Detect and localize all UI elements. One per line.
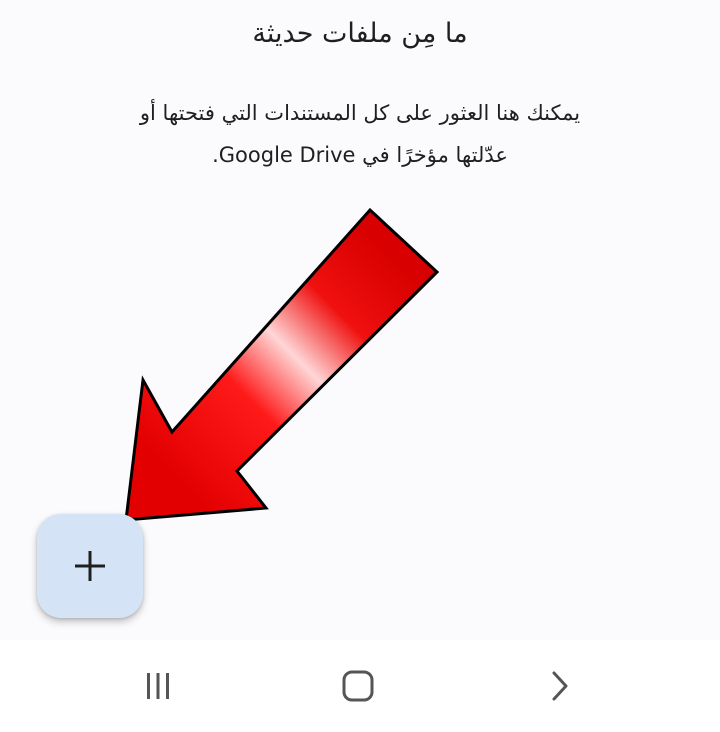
home-button[interactable]	[326, 654, 390, 718]
back-icon	[552, 671, 568, 701]
new-file-fab[interactable]	[37, 514, 143, 618]
back-button[interactable]	[528, 654, 592, 718]
recent-apps-icon	[147, 673, 169, 699]
empty-state-description-line-1: يمكنك هنا العثور على كل المستندات التي ف…	[139, 101, 581, 125]
system-navigation-bar	[0, 640, 720, 732]
empty-state-title: ما مِن ملفات حديثة	[252, 18, 468, 49]
home-icon	[342, 670, 374, 702]
empty-state-description-line-2: عدّلتها مؤخرًا في Google Drive.	[212, 143, 508, 167]
recent-apps-button[interactable]	[126, 654, 190, 718]
empty-state-description: يمكنك هنا العثور على كل المستندات التي ف…	[110, 92, 610, 176]
plus-icon	[75, 551, 105, 581]
screen: ما مِن ملفات حديثة يمكنك هنا العثور على …	[0, 0, 720, 732]
